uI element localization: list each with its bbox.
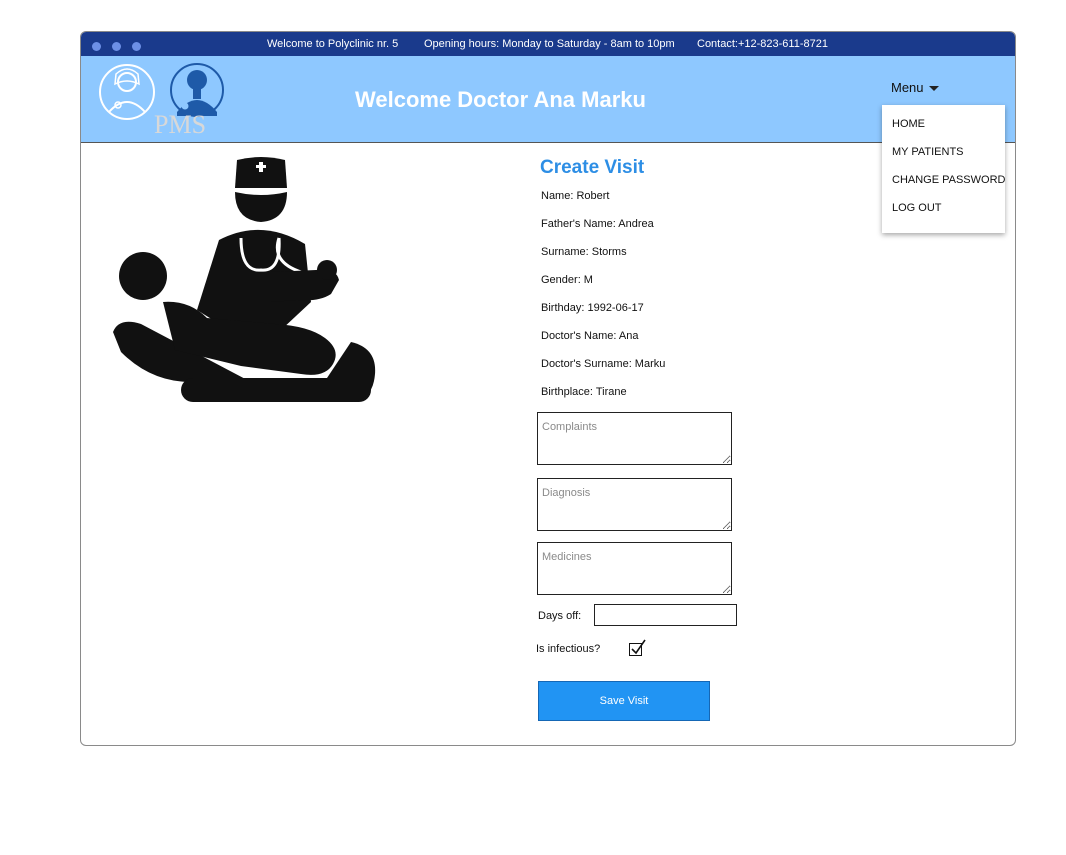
menu-item-log-out[interactable]: LOG OUT [892, 202, 942, 214]
patient-surname: Surname: Storms [541, 246, 627, 258]
contact-text: Contact:+12-823-611-8721 [697, 38, 828, 50]
header: PMS Welcome Doctor Ana Marku Menu [81, 56, 1015, 143]
page-title: Welcome Doctor Ana Marku [355, 87, 646, 112]
opening-hours-text: Opening hours: Monday to Saturday - 8am … [424, 38, 675, 50]
logo-text: PMS [154, 110, 207, 139]
logo[interactable]: PMS [99, 62, 229, 139]
app-window: Welcome to Polyclinic nr. 5 Opening hour… [80, 31, 1016, 746]
patient-birthplace: Birthplace: Tirane [541, 386, 627, 398]
days-off-label: Days off: [538, 610, 582, 622]
menu-item-change-password[interactable]: CHANGE PASSWORD [892, 174, 1005, 186]
doctor-surname: Doctor's Surname: Marku [541, 358, 666, 370]
window-dot-icon[interactable] [92, 42, 101, 51]
clinic-welcome-text: Welcome to Polyclinic nr. 5 [267, 38, 399, 50]
infectious-label: Is infectious? [536, 643, 601, 655]
caret-down-icon [928, 86, 939, 92]
complaints-input[interactable] [537, 412, 732, 465]
menu-item-my-patients[interactable]: MY PATIENTS [892, 146, 964, 158]
patient-gender: Gender: M [541, 274, 593, 286]
medicines-input[interactable] [537, 542, 732, 595]
menu-toggle[interactable]: Menu [891, 80, 939, 95]
days-off-input[interactable] [594, 604, 737, 626]
diagnosis-input[interactable] [537, 478, 732, 531]
window-dot-icon[interactable] [112, 42, 121, 51]
patient-birthday: Birthday: 1992-06-17 [541, 302, 644, 314]
patient-name: Name: Robert [541, 190, 610, 202]
menu-label: Menu [891, 80, 924, 95]
window-controls [92, 42, 141, 51]
doctor-examining-patient-icon [113, 157, 376, 402]
top-info-bar: Welcome to Polyclinic nr. 5 Opening hour… [81, 32, 1015, 56]
window-dot-icon[interactable] [132, 42, 141, 51]
doctor-patient-illustration [111, 152, 383, 420]
checkmark-icon [631, 639, 646, 655]
menu-dropdown: HOME MY PATIENTS CHANGE PASSWORD LOG OUT [882, 105, 1005, 233]
doctor-name: Doctor's Name: Ana [541, 330, 639, 342]
save-visit-label: Save Visit [599, 695, 649, 707]
patient-father-name: Father's Name: Andrea [541, 218, 654, 230]
form-title: Create Visit [540, 157, 645, 178]
menu-item-home[interactable]: HOME [892, 118, 925, 130]
save-visit-button[interactable]: Save Visit [538, 681, 710, 721]
infectious-checkbox[interactable] [629, 639, 646, 656]
